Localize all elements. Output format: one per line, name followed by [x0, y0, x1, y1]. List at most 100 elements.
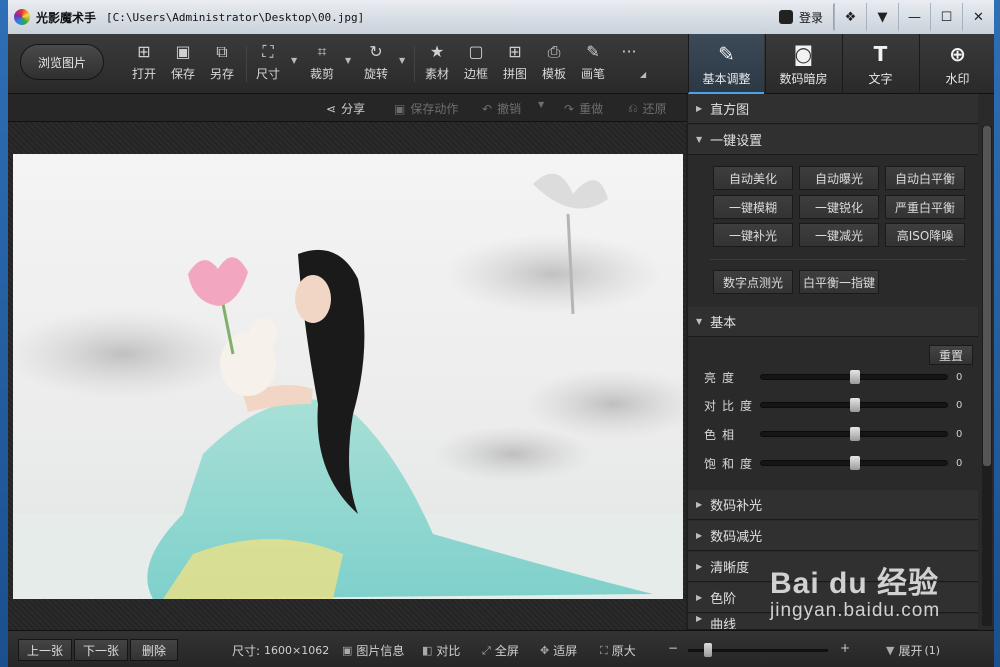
save-button[interactable]: ▣ 保存 — [163, 42, 203, 88]
contrast-track[interactable] — [760, 398, 948, 412]
fit-screen-button[interactable]: ✥ 适屏 — [540, 642, 577, 659]
expand-filmstrip-button[interactable]: ▼ 展开 (1) — [886, 642, 940, 659]
undo-button[interactable]: ↶ 撤销 — [482, 100, 521, 117]
image-info-button[interactable]: ▣ 图片信息 — [342, 642, 404, 659]
delete-button[interactable]: 删除 — [130, 639, 178, 661]
border-button[interactable]: ▢ 边框 — [456, 42, 496, 88]
crop-button[interactable]: ⌗ 裁剪 — [302, 42, 342, 88]
expand-tools-icon[interactable]: ◢ — [640, 70, 646, 79]
compare-icon: ◧ — [422, 644, 433, 657]
brightness-slider[interactable]: 亮度 0 — [704, 368, 964, 386]
crop-dropdown-icon[interactable]: ▼ — [345, 56, 351, 65]
size-label: 尺寸: — [232, 644, 261, 658]
resize-icon: ⛶ — [262, 42, 274, 61]
reset-button[interactable]: 重置 — [929, 345, 973, 365]
tab-basic-adjust[interactable]: ✎ 基本调整 — [688, 34, 764, 94]
expand-arrow-icon: ▼ — [886, 644, 895, 657]
saturation-slider[interactable]: 饱和度 0 — [704, 454, 964, 472]
brightness-knob[interactable] — [850, 370, 860, 384]
action-bar: ⋖ 分享 ▣ 保存动作 ↶ 撤销 ▼ ↷ 重做 ⎌ 还原 — [8, 94, 686, 122]
tab-watermark[interactable]: ⊕ 水印 — [919, 34, 995, 94]
rotate-button[interactable]: ↻ 旋转 — [356, 42, 396, 88]
text-icon: T — [873, 42, 888, 66]
one-click-blur-button[interactable]: 一键模糊 — [713, 195, 793, 219]
border-icon: ▢ — [468, 42, 484, 61]
rotate-label: 旋转 — [363, 67, 388, 81]
auto-beautify-button[interactable]: 自动美化 — [713, 166, 793, 190]
compare-label: 对比 — [436, 644, 461, 658]
login-button[interactable]: 登录 — [769, 4, 834, 30]
redo-button[interactable]: ↷ 重做 — [564, 100, 603, 117]
spot-metering-button[interactable]: 数字点测光 — [713, 270, 793, 294]
material-button[interactable]: ★ 素材 — [417, 42, 457, 88]
skin-button[interactable]: ❖ — [834, 3, 866, 31]
compare-button[interactable]: ◧ 对比 — [422, 642, 460, 659]
template-button[interactable]: ⎙ 模板 — [534, 42, 574, 88]
fit-screen-label: 适屏 — [553, 644, 578, 658]
restore-icon: ⎌ — [628, 101, 638, 115]
contrast-slider[interactable]: 对比度 0 — [704, 396, 964, 414]
resize-dropdown-icon[interactable]: ▼ — [291, 56, 297, 65]
tab-text-label: 文字 — [868, 72, 893, 86]
maximize-button[interactable]: ☐ — [930, 3, 962, 31]
white-balance-pick-button[interactable]: 白平衡一指键 — [799, 270, 879, 294]
hue-label: 色相 — [704, 427, 741, 442]
more-tools-button[interactable]: ··· — [614, 42, 644, 88]
section-one-click[interactable]: ▼ 一键设置 — [688, 125, 978, 155]
brush-button[interactable]: ✎ 画笔 — [573, 42, 613, 88]
one-click-sharpen-button[interactable]: 一键锐化 — [799, 195, 879, 219]
save-action-button[interactable]: ▣ 保存动作 — [394, 100, 458, 117]
minimize-button[interactable]: — — [898, 3, 930, 31]
fullscreen-button[interactable]: ⤢ 全屏 — [482, 642, 519, 659]
rotate-dropdown-icon[interactable]: ▼ — [399, 56, 405, 65]
one-click-fill-light-button[interactable]: 一键补光 — [713, 223, 793, 247]
hue-slider[interactable]: 色相 0 — [704, 425, 964, 443]
open-button[interactable]: ⊞ 打开 — [124, 42, 164, 88]
brush-label: 画笔 — [580, 67, 605, 81]
prev-image-button[interactable]: 上一张 — [18, 639, 72, 661]
auto-white-balance-button[interactable]: 自动白平衡 — [885, 166, 965, 190]
collage-button[interactable]: ⊞ 拼图 — [495, 42, 535, 88]
share-button[interactable]: ⋖ 分享 — [326, 100, 365, 117]
save-as-button[interactable]: ⧉ 另存 — [202, 42, 242, 88]
tab-text[interactable]: T 文字 — [842, 34, 918, 94]
material-icon: ★ — [429, 42, 445, 61]
section-basic[interactable]: ▼ 基本 — [688, 307, 978, 337]
brightness-track[interactable] — [760, 370, 948, 384]
section-histogram[interactable]: ▶ 直方图 — [688, 94, 978, 124]
undo-dropdown-icon[interactable]: ▼ — [538, 100, 544, 109]
undo-label: 撤销 — [497, 102, 522, 116]
severe-white-balance-button[interactable]: 严重白平衡 — [885, 195, 965, 219]
tab-digital-darkroom[interactable]: ◙ 数码暗房 — [765, 34, 841, 94]
rotate-icon: ↻ — [369, 42, 383, 61]
resize-label: 尺寸 — [255, 67, 280, 81]
panel-scroll-thumb[interactable] — [983, 126, 991, 466]
one-click-reduce-light-button[interactable]: 一键减光 — [799, 223, 879, 247]
desktop-right-strip — [994, 0, 1000, 667]
saturation-knob[interactable] — [850, 456, 860, 470]
hue-track[interactable] — [760, 427, 948, 441]
close-button[interactable]: ✕ — [962, 3, 994, 31]
contrast-value: 0 — [956, 399, 963, 411]
resize-button[interactable]: ⛶ 尺寸 — [248, 42, 288, 88]
contrast-knob[interactable] — [850, 398, 860, 412]
status-bar: 上一张 下一张 删除 尺寸: 1600×1062 ▣ 图片信息 ◧ 对比 ⤢ 全… — [8, 630, 994, 667]
open-label: 打开 — [131, 67, 156, 81]
high-iso-denoise-button[interactable]: 高ISO降噪 — [885, 223, 965, 247]
auto-exposure-button[interactable]: 自动曝光 — [799, 166, 879, 190]
original-size-button[interactable]: ⛶ 原大 — [600, 642, 636, 659]
photo-preview[interactable] — [13, 154, 683, 599]
restore-button[interactable]: ⎌ 还原 — [628, 100, 667, 117]
collapsed-arrow-icon: ▶ — [696, 614, 703, 623]
next-image-button[interactable]: 下一张 — [74, 639, 128, 661]
zoom-slider-knob[interactable] — [704, 643, 712, 657]
saturation-track[interactable] — [760, 456, 948, 470]
zoom-in-icon[interactable]: + — [840, 641, 850, 655]
section-digital-fill-light[interactable]: ▶ 数码补光 — [688, 490, 978, 520]
menu-button[interactable]: ▼ — [866, 3, 898, 31]
image-canvas[interactable] — [8, 122, 686, 630]
browse-images-button[interactable]: 浏览图片 — [20, 44, 104, 80]
zoom-out-icon[interactable]: − — [668, 641, 678, 655]
hue-knob[interactable] — [850, 427, 860, 441]
section-digital-reduce-light[interactable]: ▶ 数码减光 — [688, 521, 978, 551]
